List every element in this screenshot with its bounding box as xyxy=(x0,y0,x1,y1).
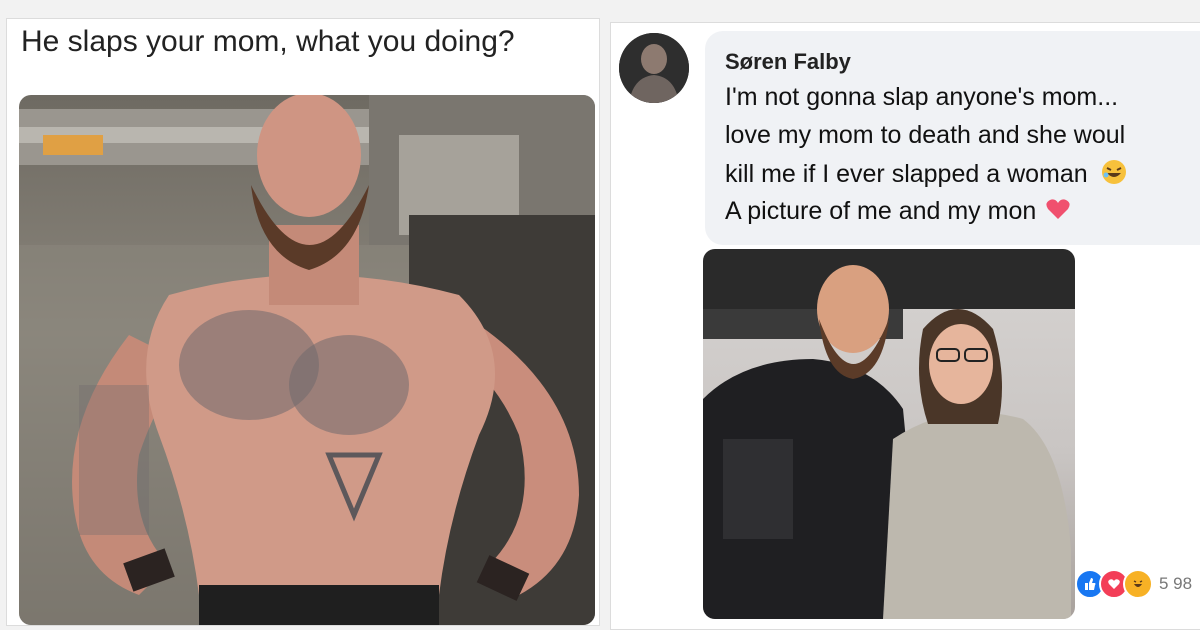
comment-bubble: Søren Falby I'm not gonna slap anyone's … xyxy=(705,31,1200,245)
haha-reaction-icon xyxy=(1123,569,1153,599)
comment-line-text: A picture of me and my mon xyxy=(725,197,1037,226)
comment-line: love my mom to death and she woul xyxy=(725,121,1126,149)
mother-son-illustration xyxy=(703,249,1075,619)
bodybuilder-photo xyxy=(19,95,595,625)
comment-panel: Søren Falby I'm not gonna slap anyone's … xyxy=(610,22,1200,630)
comment-line: kill me if I ever slapped a woman xyxy=(725,159,1127,192)
comment-line: A picture of me and my mon xyxy=(725,197,1071,228)
meme-panel: He slaps your mom, what you doing? xyxy=(6,18,600,626)
comment-line: I'm not gonna slap anyone's mom... xyxy=(725,83,1119,111)
bodybuilder-illustration xyxy=(19,95,595,625)
reaction-summary[interactable]: 5 98 xyxy=(1075,569,1192,599)
heart-icon xyxy=(1045,197,1071,228)
mother-son-photo[interactable] xyxy=(703,249,1075,619)
comment-line-text: kill me if I ever slapped a woman xyxy=(725,160,1088,189)
laughing-emoji-icon xyxy=(1101,159,1127,192)
avatar[interactable] xyxy=(619,33,689,103)
avatar-image xyxy=(619,33,689,103)
comment-author[interactable]: Søren Falby xyxy=(725,49,851,75)
meme-caption: He slaps your mom, what you doing? xyxy=(21,25,515,58)
reaction-count: 5 98 xyxy=(1159,574,1193,593)
